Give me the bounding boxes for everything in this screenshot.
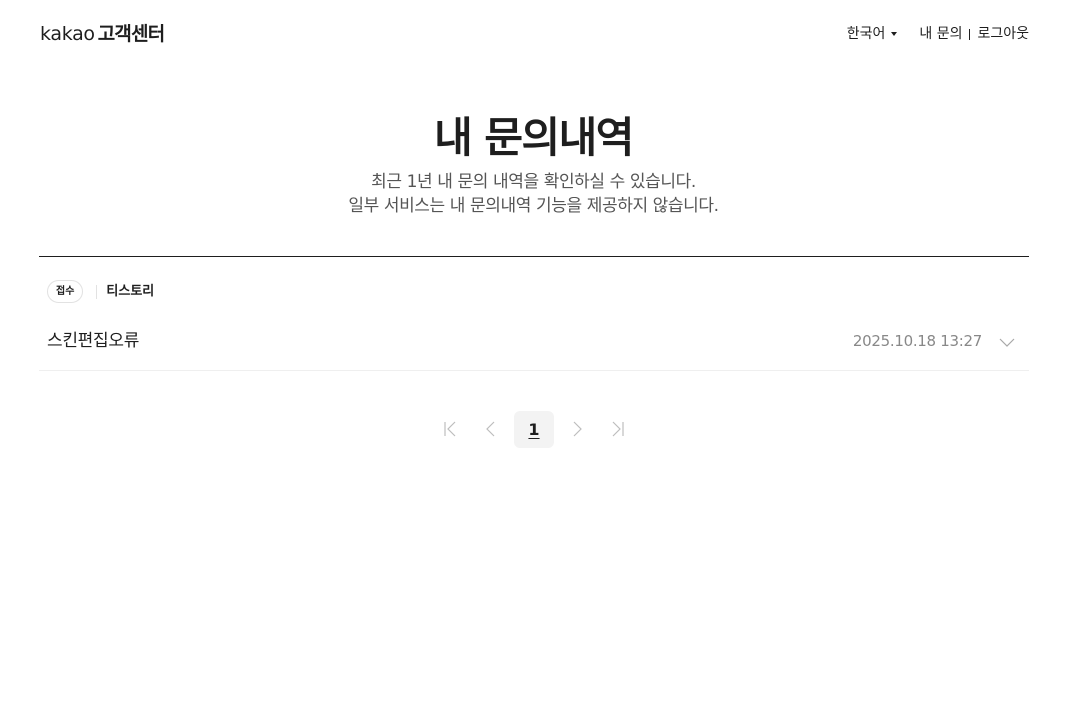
inquiry-tags: 접수 티스토리 bbox=[47, 280, 154, 303]
subtitle-line-2: 일부 서비스는 내 문의내역 기능을 제공하지 않습니다. bbox=[348, 196, 719, 216]
nav-divider bbox=[969, 28, 971, 40]
inquiry-service-name: 티스토리 bbox=[106, 283, 155, 299]
language-selector[interactable]: 한국어 bbox=[847, 24, 898, 44]
status-badge: 접수 bbox=[47, 280, 84, 303]
caret-down-icon bbox=[891, 32, 898, 36]
inquiry-datetime: 2025.10.18 13:27 bbox=[852, 332, 982, 350]
inquiry-list-item[interactable]: 접수 티스토리 스킨편집오류 2025.10.18 13:27 bbox=[39, 257, 1029, 371]
logo-brand: kakao bbox=[40, 23, 95, 45]
page-title: 내 문의내역 bbox=[434, 113, 634, 162]
language-label: 한국어 bbox=[846, 26, 886, 42]
my-inquiries-link[interactable]: 내 문의 bbox=[919, 24, 962, 44]
next-page-icon[interactable] bbox=[564, 410, 592, 448]
first-page-icon[interactable] bbox=[436, 410, 464, 448]
subtitle-line-1: 최근 1년 내 문의 내역을 확인하실 수 있습니다. bbox=[371, 172, 696, 192]
logo[interactable]: kakao 고객센터 bbox=[40, 22, 166, 46]
inquiry-title: 스킨편집오류 bbox=[47, 331, 140, 351]
logo-service-name: 고객센터 bbox=[97, 23, 166, 45]
last-page-icon[interactable] bbox=[604, 410, 632, 448]
prev-page-icon[interactable] bbox=[476, 410, 504, 448]
site-header: kakao 고객센터 한국어 내 문의 로그아웃 bbox=[0, 0, 1067, 68]
tag-divider bbox=[96, 284, 98, 299]
page-heading: 내 문의내역 최근 1년 내 문의 내역을 확인하실 수 있습니다. 일부 서비… bbox=[0, 108, 1067, 218]
current-page-button[interactable]: 1 bbox=[514, 411, 554, 448]
page-subtitle: 최근 1년 내 문의 내역을 확인하실 수 있습니다. 일부 서비스는 내 문의… bbox=[0, 170, 1067, 218]
logout-link[interactable]: 로그아웃 bbox=[977, 24, 1029, 44]
header-nav: 한국어 내 문의 로그아웃 bbox=[847, 24, 1029, 44]
chevron-down-icon[interactable] bbox=[999, 333, 1015, 347]
pagination: 1 bbox=[436, 410, 632, 448]
